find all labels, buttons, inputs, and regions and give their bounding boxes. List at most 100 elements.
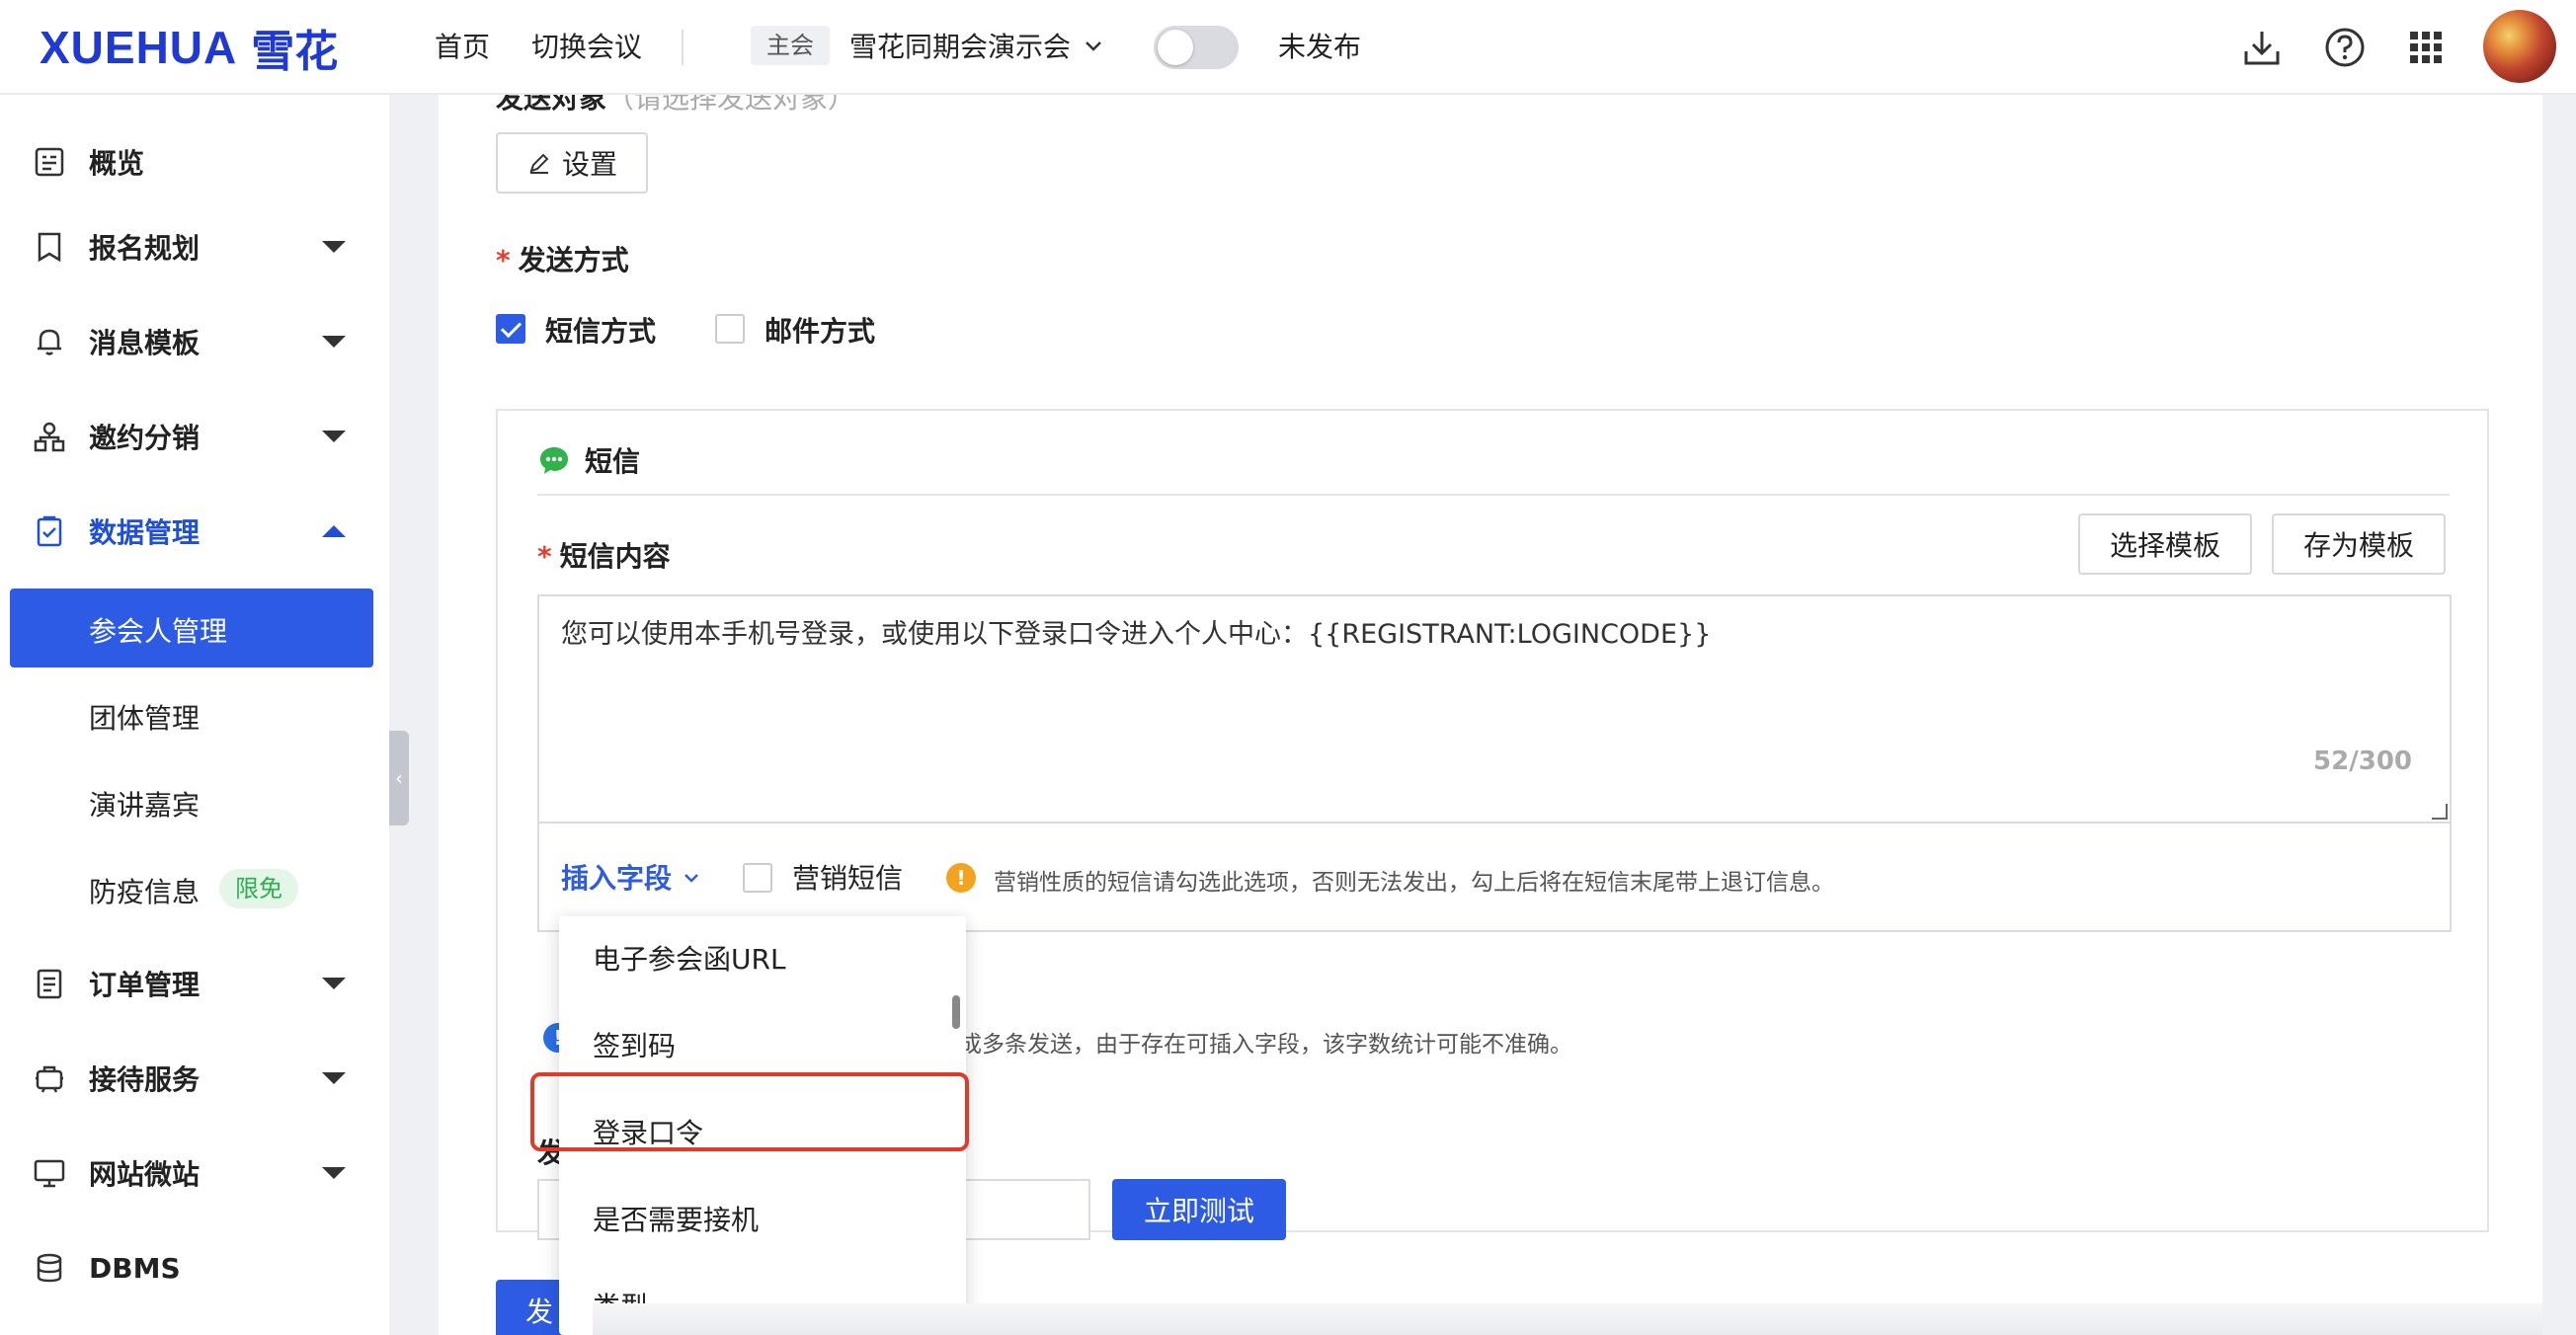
required-mark: * <box>537 540 552 573</box>
choose-template-button[interactable]: 选择模板 <box>2078 513 2252 575</box>
sidebar-label: 防疫信息 <box>89 876 201 908</box>
avatar[interactable] <box>2483 10 2556 83</box>
brand-logo[interactable]: XUEHUA 雪花 <box>40 18 338 77</box>
menu-item-airport-pickup[interactable]: 是否需要接机 <box>559 1177 966 1264</box>
divider <box>537 494 2450 496</box>
publish-toggle[interactable] <box>1154 26 1239 69</box>
sidebar-label: 团体管理 <box>89 702 201 735</box>
sidebar-label: 参会人管理 <box>89 615 228 648</box>
menu-item-checkin-code[interactable]: 签到码 <box>559 1003 966 1090</box>
marketing-sms-checkbox[interactable] <box>743 863 772 893</box>
cropped-section-label: 发送对象（请选择发送对象） <box>496 95 856 115</box>
test-now-label: 立即测试 <box>1143 1195 1254 1227</box>
free-badge: 限免 <box>219 869 298 908</box>
setting-button-label: 设置 <box>561 148 617 181</box>
email-option-checkbox[interactable] <box>715 314 745 344</box>
chevron-down-icon <box>684 874 698 883</box>
insert-field-menu: 电子参会函URL 签到码 登录口令 是否需要接机 类型 <box>559 916 966 1335</box>
sms-title-row: 短信 <box>537 440 640 480</box>
sms-option-label[interactable]: 短信方式 <box>545 310 656 350</box>
length-info-text: 分成多条发送，由于存在可插入字段，该字数统计可能不准确。 <box>936 1032 1572 1058</box>
menu-item-label: 登录口令 <box>593 1117 704 1149</box>
sidebar-item-speakers[interactable]: 演讲嘉宾 <box>10 762 373 841</box>
chevron-down-icon <box>1086 41 1101 51</box>
nav-home-link[interactable]: 首页 <box>435 26 490 65</box>
marketing-warning-text: 营销性质的短信请勾选此选项，否则无法发出，勾上后将在短信末尾带上退订信息。 <box>994 870 1834 896</box>
sms-content-label: * 短信内容 <box>537 535 671 575</box>
top-header: XUEHUA 雪花 首页 切换会议 主会 雪花同期会演示会 未发布 <box>0 0 2576 95</box>
menu-item-invitation-url[interactable]: 电子参会函URL <box>559 916 966 1003</box>
sidebar-item-website[interactable]: 网站微站 <box>0 1134 389 1213</box>
apps-grid-icon[interactable] <box>2402 24 2450 71</box>
conference-select[interactable]: 雪花同期会演示会 <box>849 26 1104 65</box>
sidebar-label: 数据管理 <box>89 516 201 549</box>
send-method-label: * 发送方式 <box>496 239 629 278</box>
caret-down-icon <box>322 241 346 253</box>
menu-item-login-code[interactable]: 登录口令 <box>559 1090 966 1177</box>
sidebar-label: 报名规划 <box>89 232 201 265</box>
sidebar-item-order-management[interactable]: 订单管理 <box>0 944 389 1023</box>
logo-latin: XUEHUA <box>40 22 238 73</box>
setting-button[interactable]: 设置 <box>496 132 648 194</box>
chat-bubble-icon <box>540 447 568 474</box>
bell-icon <box>38 329 61 355</box>
main-conference-tag: 主会 <box>751 26 830 65</box>
conference-name: 雪花同期会演示会 <box>849 31 1072 63</box>
test-now-button[interactable]: 立即测试 <box>1112 1179 1286 1240</box>
sidebar-label: 接待服务 <box>89 1063 201 1096</box>
sidebar-item-dbms[interactable]: DBMS <box>0 1228 389 1307</box>
sms-content-value: 您可以使用本手机号登录，或使用以下登录口令进入个人中心：{{REGISTRANT… <box>561 619 1712 650</box>
sidebar-item-data-management[interactable]: 数据管理 <box>0 492 389 571</box>
overview-icon <box>35 147 64 177</box>
char-counter: 52/300 <box>2313 746 2412 776</box>
sidebar-item-group-management[interactable]: 团体管理 <box>10 675 373 754</box>
clipboard-check-icon <box>37 515 62 547</box>
caret-down-icon <box>322 1167 346 1179</box>
sidebar-label: 邀约分销 <box>89 422 201 454</box>
caret-down-icon <box>322 336 346 348</box>
sidebar-collapse-handle[interactable]: ‹ <box>389 731 409 825</box>
sidebar-item-reception[interactable]: 接待服务 <box>0 1039 389 1118</box>
bottom-fade <box>593 1303 2542 1335</box>
sidebar-label: 网站微站 <box>89 1158 201 1191</box>
menu-item-label: 电子参会函URL <box>593 943 786 976</box>
sidebar-label: DBMS <box>89 1251 181 1285</box>
sidebar-label: 演讲嘉宾 <box>89 789 201 822</box>
logo-cn: 雪花 <box>251 27 339 77</box>
menu-scrollbar[interactable] <box>952 995 960 1029</box>
sidebar-item-epidemic-info[interactable]: 防疫信息 限免 <box>10 849 373 928</box>
choose-template-label: 选择模板 <box>2109 529 2220 562</box>
marketing-sms-label[interactable]: 营销短信 <box>792 857 903 897</box>
resize-grip-icon[interactable] <box>2432 804 2448 820</box>
publish-status: 未发布 <box>1278 31 1362 63</box>
sidebar-item-message-templates[interactable]: 消息模板 <box>0 302 389 381</box>
nav-switch-conference-link[interactable]: 切换会议 <box>531 26 642 65</box>
sms-content-text: 短信内容 <box>559 540 671 573</box>
warning-icon: ! <box>946 863 976 893</box>
sidebar-item-attendee-management[interactable]: 参会人管理 <box>10 589 373 668</box>
download-icon[interactable] <box>2238 24 2286 71</box>
database-icon <box>37 1253 62 1283</box>
menu-item-label: 签到码 <box>593 1030 677 1062</box>
email-option-label[interactable]: 邮件方式 <box>765 310 875 350</box>
caret-down-icon <box>322 431 346 442</box>
menu-item-label: 是否需要接机 <box>593 1204 760 1236</box>
sms-title: 短信 <box>585 445 641 478</box>
sidebar-item-registration[interactable]: 报名规划 <box>0 207 389 286</box>
order-icon <box>37 969 62 999</box>
sidebar-item-invitation[interactable]: 邀约分销 <box>0 397 389 476</box>
monitor-icon <box>34 1159 65 1188</box>
save-template-button[interactable]: 存为模板 <box>2272 513 2446 575</box>
caret-down-icon <box>322 1072 346 1084</box>
sidebar-item-overview[interactable]: 概览 <box>0 122 389 201</box>
send-method-text: 发送方式 <box>518 244 629 276</box>
sms-content-textarea[interactable]: 您可以使用本手机号登录，或使用以下登录口令进入个人中心：{{REGISTRANT… <box>537 594 2452 822</box>
insert-field-label: 插入字段 <box>561 862 673 895</box>
sms-option-checkbox[interactable] <box>496 314 525 344</box>
required-mark: * <box>496 244 511 276</box>
edit-icon <box>529 153 549 174</box>
sidebar-label: 概览 <box>89 147 145 180</box>
insert-field-dropdown[interactable]: 插入字段 <box>561 857 701 897</box>
toggle-knob <box>1158 30 1193 65</box>
help-icon[interactable] <box>2321 24 2369 71</box>
